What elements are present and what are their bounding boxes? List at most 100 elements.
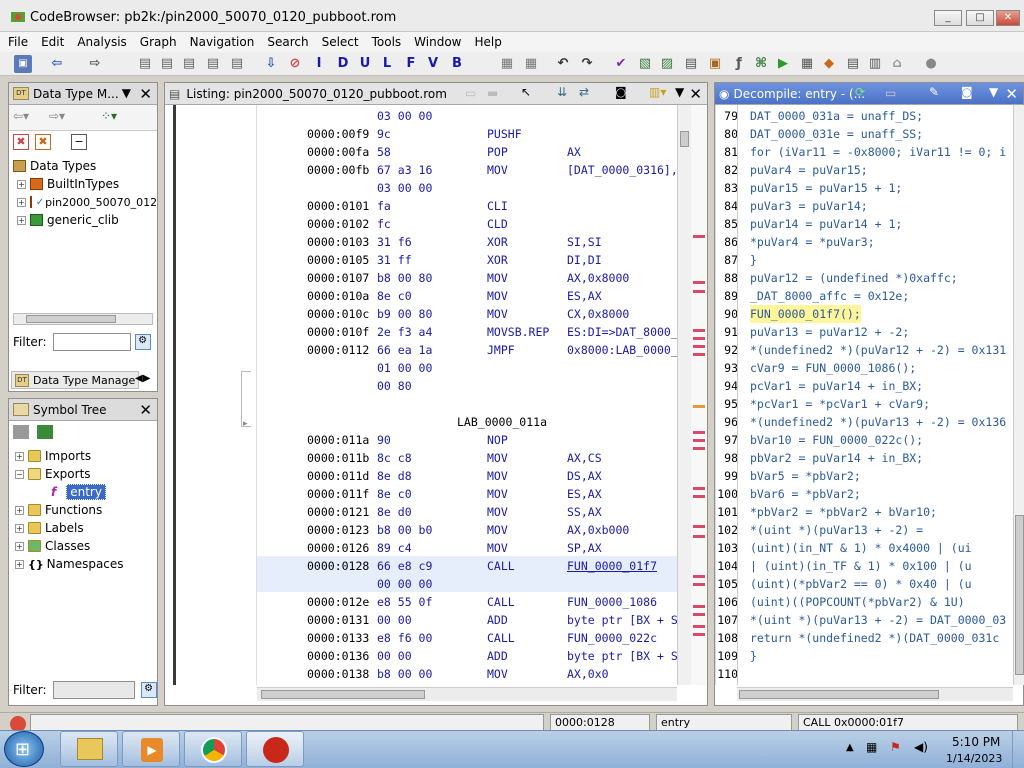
code-text[interactable]: *pcVar1 = *pcVar1 + cVar9; [750, 395, 930, 413]
listing-menu-icon[interactable]: ▼ [675, 85, 684, 99]
redo-icon[interactable]: ↷ [578, 55, 596, 73]
listing-mnemonic[interactable]: MOV [487, 539, 508, 557]
code-text[interactable]: pbVar2 = puVar14 + in_BX; [750, 449, 923, 467]
vscroll-thumb[interactable] [680, 131, 689, 147]
cursor-icon[interactable]: ↖ [521, 85, 531, 99]
listing-operands[interactable]: FUN_0000_1086 [567, 593, 657, 611]
dt-filter-icon-b[interactable]: ✖ [35, 134, 51, 150]
dt-filter-icon-a[interactable]: ✖ [13, 134, 29, 150]
overview-marker[interactable] [693, 439, 705, 442]
menu-analysis[interactable]: Analysis [77, 35, 126, 49]
tree-item-entry[interactable]: f entry [15, 483, 151, 501]
tree-item-imports[interactable]: + Imports [15, 447, 151, 465]
listing-mnemonic[interactable]: MOV [487, 287, 508, 305]
copy-icon[interactable]: ▭ [885, 86, 896, 100]
overview-marker[interactable] [693, 447, 705, 450]
code-text[interactable]: DAT_0000_031a = unaff_DS; [750, 107, 923, 125]
listing-bytes[interactable]: 8e d0 [377, 503, 412, 521]
taskbar-ghidra[interactable] [246, 731, 304, 767]
code-text[interactable]: *pbVar2 = *pbVar2 + bVar10; [750, 503, 937, 521]
listing-bytes[interactable]: 03 00 00 [377, 179, 432, 197]
listing-operands[interactable]: SP,AX [567, 539, 602, 557]
overview-marker[interactable] [693, 487, 705, 490]
listing-mnemonic[interactable]: MOV [487, 467, 508, 485]
code-text[interactable]: (uint)(*pbVar2 == 0) * 0x40 | (u [750, 575, 972, 593]
undo-icon[interactable]: ↶ [554, 55, 572, 73]
listing-bytes[interactable]: 00 00 [377, 647, 412, 665]
overview-marker[interactable] [693, 525, 705, 528]
nav-icon-2[interactable]: ▤ [158, 55, 176, 73]
listing-bytes[interactable]: 31 f6 [377, 233, 412, 251]
table-icon[interactable]: ▤ [844, 55, 862, 73]
checkmark-icon[interactable]: ✔ [612, 55, 630, 73]
bookmarks-icon[interactable]: ▥ [866, 55, 884, 73]
listing-address[interactable]: 0000:0131 [307, 611, 369, 629]
listing-operands[interactable]: ES,AX [567, 485, 602, 503]
listing-bytes[interactable]: 66 e8 c9 [377, 557, 432, 575]
overview-marker[interactable] [693, 605, 705, 608]
overview-marker[interactable] [693, 353, 705, 356]
listing-mnemonic[interactable]: MOV [487, 485, 508, 503]
symbol-filter-input[interactable] [52, 681, 135, 699]
snapshot-icon[interactable]: ◙ [961, 85, 973, 99]
listing-mnemonic[interactable]: MOV [487, 305, 508, 323]
expand-icon[interactable]: + [15, 559, 24, 569]
filter-options-icon[interactable]: ⚙ [134, 334, 151, 350]
maximize-button[interactable]: □ [966, 10, 994, 26]
listing-operands[interactable]: FUN_0000_01f7 [567, 557, 657, 575]
datatype-panel-close-icon[interactable]: ✕ [139, 85, 152, 103]
listing-address[interactable]: 0000:010a [307, 287, 369, 305]
format-icon[interactable]: ▥▾ [649, 85, 666, 99]
listing-mnemonic[interactable]: CALL [487, 557, 515, 575]
overview-marker[interactable] [693, 345, 705, 348]
run-icon[interactable]: ▶ [774, 55, 792, 73]
overview-marker[interactable] [693, 337, 705, 340]
collapse-icon[interactable]: − [15, 469, 24, 479]
listing-operands[interactable]: byte ptr [BX + S [567, 647, 677, 665]
listing-address[interactable]: 0000:0138 [307, 665, 369, 683]
listing-operands[interactable]: ES,AX [567, 287, 602, 305]
code-text[interactable]: *(uint *)(puVar13 + -2) = [750, 521, 923, 539]
code-text[interactable]: *(undefined2 *)(puVar13 + -2) = 0x136 [750, 413, 1006, 431]
listing-address[interactable]: 0000:011f [307, 485, 369, 503]
bookmark-letter-icon[interactable]: B [448, 55, 466, 73]
nav-icon-4[interactable]: ▤ [204, 55, 222, 73]
save-icon[interactable]: ▣ [14, 55, 32, 73]
menu-window[interactable]: Window [414, 35, 461, 49]
listing-mnemonic[interactable]: ADD [487, 647, 508, 665]
listing-mnemonic[interactable]: CALL [487, 593, 515, 611]
listing-mnemonic[interactable]: MOV [487, 269, 508, 287]
overview-marker[interactable] [693, 290, 705, 293]
listing-bytes[interactable]: e8 f6 00 [377, 629, 432, 647]
nav-icon-1[interactable]: ▤ [136, 55, 154, 73]
decompile-menu-icon[interactable]: ▼ [989, 85, 998, 99]
listing-bytes[interactable]: 67 a3 16 [377, 161, 432, 179]
overview-marker[interactable] [693, 633, 705, 636]
code-text[interactable]: bVar10 = FUN_0000_022c(); [750, 431, 923, 449]
code-text[interactable]: (uint)(in_NT & 1) * 0x4000 | (ui [750, 539, 972, 557]
copy-icon[interactable]: ▭ [465, 86, 476, 100]
paste-icon[interactable]: ▬ [487, 86, 498, 100]
code-text[interactable]: *(undefined2 *)(puVar12 + -2) = 0x131 [750, 341, 1006, 359]
listing-operands[interactable]: AX [567, 143, 581, 161]
listing-mnemonic[interactable]: MOV [487, 521, 508, 539]
vscroll-thumb[interactable] [1015, 515, 1024, 675]
listing-bytes[interactable]: b8 00 00 [377, 665, 432, 683]
listing-address[interactable]: 0000:010c [307, 305, 369, 323]
code-text[interactable]: FUN_0000_01f7(); [750, 305, 861, 323]
menu-edit[interactable]: Edit [41, 35, 64, 49]
overview-marker[interactable] [693, 535, 705, 538]
listing-operands[interactable]: FUN_0000_022c [567, 629, 657, 647]
menu-graph[interactable]: Graph [140, 35, 177, 49]
listing-bytes[interactable]: 2e f3 a4 [377, 323, 432, 341]
stop-icon[interactable]: ⊘ [286, 55, 304, 73]
expand-icon[interactable]: + [17, 215, 26, 225]
listing-address[interactable]: 0000:0128 [307, 557, 369, 575]
listing-address[interactable]: 0000:0126 [307, 539, 369, 557]
datatype-filter-input[interactable] [52, 333, 131, 351]
code-text[interactable]: puVar15 = puVar15 + 1; [750, 179, 902, 197]
dt-forward-icon[interactable]: ⇨▾ [49, 109, 65, 123]
back-arrow-icon[interactable]: ⇦ [48, 55, 66, 73]
decompile-vscrollbar[interactable] [1013, 105, 1024, 685]
forward-arrow-icon[interactable]: ⇨ [86, 55, 104, 73]
